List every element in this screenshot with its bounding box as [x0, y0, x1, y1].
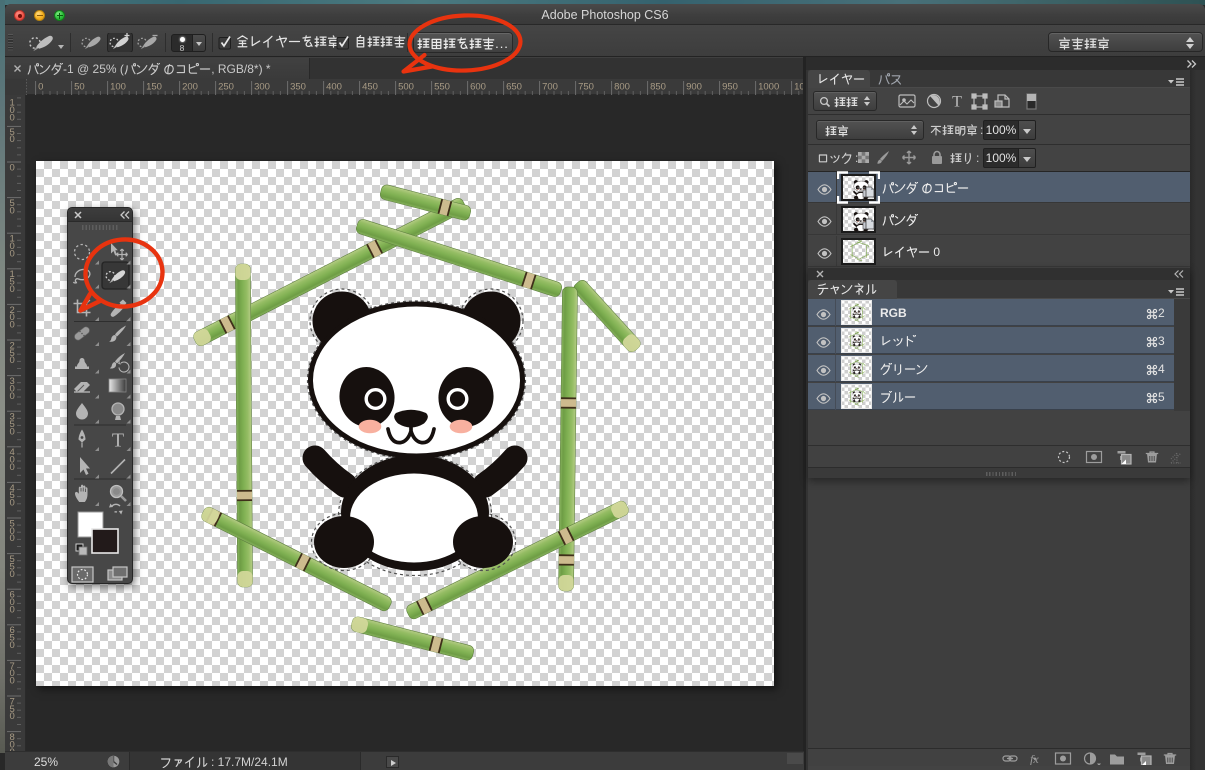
svg-text:450: 450 [362, 82, 378, 93]
svg-text:0: 0 [10, 426, 15, 437]
svg-text:T: T [952, 94, 962, 111]
svg-text:0: 0 [10, 498, 15, 509]
svg-text:550: 550 [434, 82, 450, 93]
svg-text:700: 700 [542, 82, 558, 93]
svg-text:0: 0 [10, 569, 15, 580]
svg-text:350: 350 [290, 82, 306, 93]
svg-text:0: 0 [10, 391, 15, 402]
svg-text:600: 600 [470, 82, 486, 93]
svg-text:1000: 1000 [758, 82, 779, 93]
svg-text:200: 200 [182, 82, 198, 93]
svg-text:250: 250 [218, 82, 234, 93]
svg-text:900: 900 [686, 82, 702, 93]
svg-text:800: 800 [614, 82, 630, 93]
svg-text:0: 0 [10, 640, 15, 651]
svg-text:950: 950 [722, 82, 738, 93]
svg-text:150: 150 [146, 82, 162, 93]
svg-text:0: 0 [10, 162, 15, 173]
svg-text:100: 100 [110, 82, 126, 93]
svg-text:0: 0 [10, 533, 15, 544]
svg-text:0: 0 [10, 113, 15, 124]
svg-text:650: 650 [506, 82, 522, 93]
svg-text:0: 0 [10, 284, 15, 295]
svg-text:0: 0 [10, 248, 15, 259]
svg-text:300: 300 [254, 82, 270, 93]
svg-text:0: 0 [10, 205, 15, 216]
svg-text:750: 750 [578, 82, 594, 93]
svg-text:0: 0 [10, 604, 15, 615]
svg-text:50: 50 [74, 82, 85, 93]
svg-text:0: 0 [10, 676, 15, 687]
svg-text:850: 850 [650, 82, 666, 93]
svg-text:0: 0 [10, 134, 15, 145]
svg-text:T: T [112, 430, 124, 452]
svg-text:0: 0 [38, 82, 43, 93]
svg-text:0: 0 [10, 320, 15, 331]
svg-text:0: 0 [10, 462, 15, 473]
svg-text:400: 400 [326, 82, 342, 93]
svg-text:0: 0 [10, 355, 15, 366]
svg-text:0: 0 [10, 711, 15, 722]
svg-text:500: 500 [398, 82, 414, 93]
